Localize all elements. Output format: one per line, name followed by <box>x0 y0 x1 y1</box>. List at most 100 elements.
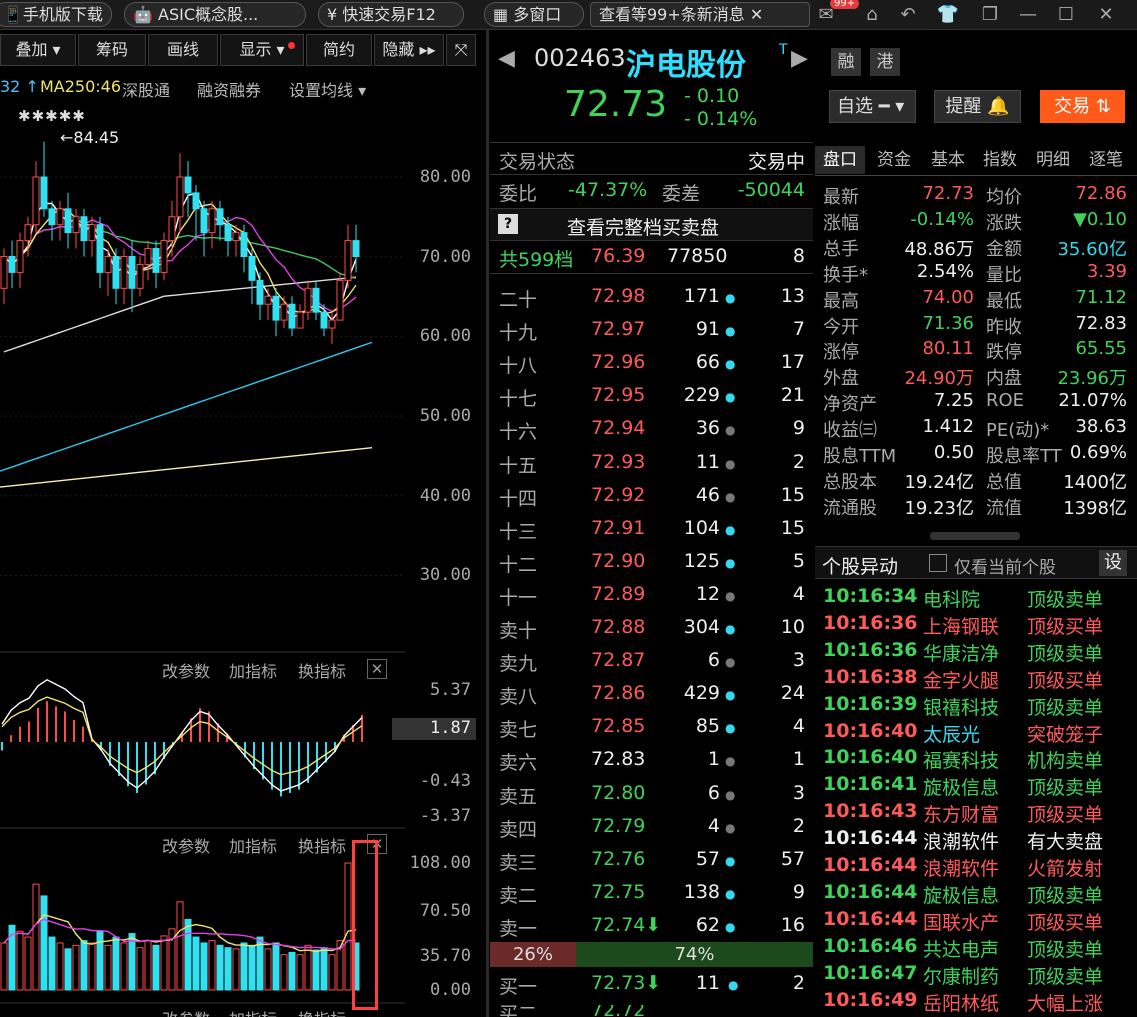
alert-button[interactable]: 提醒 🔔 <box>934 90 1021 123</box>
ask-row[interactable]: 十一 72.89 12 ● 4 <box>490 579 813 612</box>
ask-row[interactable]: 卖七 72.85 85 ● 4 <box>490 711 813 744</box>
tab-basics[interactable]: 基本 <box>923 146 973 174</box>
alert-row[interactable]: 10:16:40 太辰光 突破笼子 <box>816 718 1137 746</box>
swap-arrows-icon: ⇅ <box>1095 96 1111 117</box>
skin-icon[interactable]: 👕 <box>936 3 960 27</box>
fullscreen-icon[interactable]: ⤧ <box>446 34 476 66</box>
tab-quote[interactable]: 盘口 <box>815 146 865 174</box>
ask-row[interactable]: 卖五 72.80 6 ● 3 <box>490 778 813 811</box>
alert-row[interactable]: 10:16:43 东方财富 顶级买单 <box>816 798 1137 826</box>
ask-row[interactable]: 卖九 72.87 6 ● 3 <box>490 645 813 678</box>
levels-row: 共599档 76.39 77850 8 <box>490 241 813 274</box>
split-handle[interactable] <box>486 30 489 1017</box>
alert-row[interactable]: 10:16:40 福赛科技 机构卖单 <box>816 744 1137 772</box>
ask-row[interactable]: 卖一 72.74⬇ 62 ● 16 <box>490 910 813 943</box>
swap-indicator-button[interactable]: 换指标 <box>298 1006 352 1017</box>
alert-row[interactable]: 10:16:34 电科院 顶级卖单 <box>816 583 1137 611</box>
ask-row[interactable]: 卖八 72.86 429 ● 24 <box>490 678 813 711</box>
alert-row[interactable]: 10:16:49 岳阳林纸 大幅上涨 <box>816 987 1137 1015</box>
draw-line-button[interactable]: 画线 <box>148 34 218 66</box>
price-change: - 0.10 <box>684 85 740 107</box>
ask-row[interactable]: 十七 72.95 229 ● 21 <box>490 380 813 413</box>
alert-row[interactable]: 10:16:36 上海钢联 顶级买单 <box>816 610 1137 638</box>
overlay-button[interactable]: 叠加 ▾ <box>0 34 76 66</box>
alert-row[interactable]: 10:16:46 共达电声 顶级卖单 <box>816 933 1137 961</box>
ask-row[interactable]: 卖四 72.79 4 ● 2 <box>490 811 813 844</box>
multi-window-button[interactable]: ▦ 多窗口 <box>484 2 584 27</box>
maximize-icon[interactable]: ☐ <box>1054 3 1078 27</box>
restore-icon[interactable]: ❐ <box>978 3 1002 27</box>
tab-details[interactable]: 明细 <box>1028 146 1078 174</box>
candle-body <box>128 256 136 289</box>
display-dot <box>288 42 295 49</box>
full-book-button[interactable]: ? 查看完整档买卖盘 <box>490 208 813 241</box>
robot-icon: 🤖 <box>133 5 153 24</box>
hk-tag[interactable]: 港 <box>870 48 900 76</box>
alert-row[interactable]: 10:16:41 旋极信息 顶级卖单 <box>816 771 1137 799</box>
prev-stock-icon[interactable]: ◀ <box>498 46 515 71</box>
display-button[interactable]: 显示 ▾ <box>220 34 304 66</box>
volume-bar <box>192 936 200 991</box>
ask-row[interactable]: 十六 72.94 36 ● 9 <box>490 413 813 446</box>
dot-icon: ● <box>725 754 736 769</box>
only-current-checkbox[interactable] <box>929 554 947 572</box>
watchlist-button[interactable]: 自选 ━ ▾ <box>829 90 916 123</box>
alert-row[interactable]: 10:16:44 国联水产 顶级买单 <box>816 906 1137 934</box>
ask-row[interactable]: 卖三 72.76 57 ● 57 <box>490 844 813 877</box>
alert-row[interactable]: 10:16:44 浪潮软件 火箭发射 <box>816 852 1137 880</box>
alert-row[interactable]: 10:16:38 金字火腿 顶级买单 <box>816 664 1137 692</box>
volume-bar <box>40 895 48 991</box>
quote-row: 最高 74.00 最低 71.12 <box>823 286 1127 312</box>
concept-news-button[interactable]: 🤖 ASIC概念股... <box>124 2 306 27</box>
add-indicator-button[interactable]: 加指标 <box>229 1006 277 1017</box>
ask-row[interactable]: 十五 72.93 11 ● 2 <box>490 447 813 480</box>
chips-button[interactable]: 筹码 <box>78 34 146 66</box>
next-stock-icon[interactable]: ▶ <box>791 46 808 71</box>
home-icon[interactable]: ⌂ <box>860 3 884 27</box>
margin-tag[interactable]: 融 <box>831 48 861 76</box>
ask-row[interactable]: 十九 72.97 91 ● 7 <box>490 314 813 347</box>
close-icon[interactable]: ✕ <box>750 5 763 24</box>
swap-indicator-button[interactable]: 换指标 <box>298 833 352 857</box>
swap-indicator-button[interactable]: 换指标 <box>298 658 346 682</box>
alert-row[interactable]: 10:16:47 尔康制药 顶级卖单 <box>816 960 1137 988</box>
trade-button[interactable]: 交易 ⇅ <box>1040 90 1125 123</box>
alert-row[interactable]: 10:16:36 华康洁净 顶级卖单 <box>816 637 1137 665</box>
ask-row[interactable]: 十四 72.92 46 ● 15 <box>490 480 813 513</box>
close-indicator-icon[interactable]: ✕ <box>367 659 387 679</box>
trade-icon: ¥ <box>327 5 338 24</box>
minimize-icon[interactable]: — <box>1016 3 1040 27</box>
simple-button[interactable]: 简约 <box>306 34 372 66</box>
dot-icon: ● <box>725 787 736 802</box>
params-button[interactable]: 改参数 <box>162 1006 210 1017</box>
tab-funds[interactable]: 资金 <box>869 146 919 174</box>
ask-row[interactable]: 十八 72.96 66 ● 17 <box>490 347 813 380</box>
ask-row[interactable]: 卖十 72.88 304 ● 10 <box>490 612 813 645</box>
app-download-button[interactable]: 📱手机版下载 <box>0 2 112 27</box>
hide-button[interactable]: 隐藏 ▸▸ <box>374 34 444 66</box>
kline-chart[interactable] <box>0 70 405 1017</box>
alerts-settings-button[interactable]: 设 <box>1099 550 1127 576</box>
ask-row[interactable]: 卖二 72.75 138 ● 9 <box>490 877 813 910</box>
alert-row[interactable]: 10:16:44 浪潮软件 有大卖盘 <box>816 825 1137 853</box>
ask-row[interactable]: 十二 72.90 125 ● 5 <box>490 546 813 579</box>
window-close-icon[interactable]: ✕ <box>1094 3 1118 27</box>
quick-trade-button[interactable]: ¥ 快速交易F12 <box>318 2 464 27</box>
phone-icon: 📱 <box>3 5 23 24</box>
add-indicator-button[interactable]: 加指标 <box>229 833 277 857</box>
volume-bar <box>200 942 208 991</box>
messages-button[interactable]: 查看等99+条新消息 ✕ <box>590 2 810 27</box>
params-button[interactable]: 改参数 <box>162 833 210 857</box>
alert-row[interactable]: 10:16:44 旋极信息 顶级卖单 <box>816 879 1137 907</box>
tab-ticks[interactable]: 逐笔 <box>1081 146 1131 174</box>
ask-row[interactable]: 二十 72.98 171 ● 13 <box>490 281 813 314</box>
collapse-handle[interactable] <box>930 532 1020 540</box>
params-button[interactable]: 改参数 <box>162 658 210 682</box>
ask-row[interactable]: 十三 72.91 104 ● 15 <box>490 513 813 546</box>
ask-row[interactable]: 卖六 72.83 1 ● 1 <box>490 744 813 777</box>
add-indicator-button[interactable]: 加指标 <box>229 658 277 682</box>
alert-row[interactable]: 10:16:39 银禧科技 顶级卖单 <box>816 691 1137 719</box>
help-icon[interactable]: ? <box>498 214 518 234</box>
tab-index[interactable]: 指数 <box>975 146 1025 174</box>
back-icon[interactable]: ↶ <box>896 3 920 27</box>
